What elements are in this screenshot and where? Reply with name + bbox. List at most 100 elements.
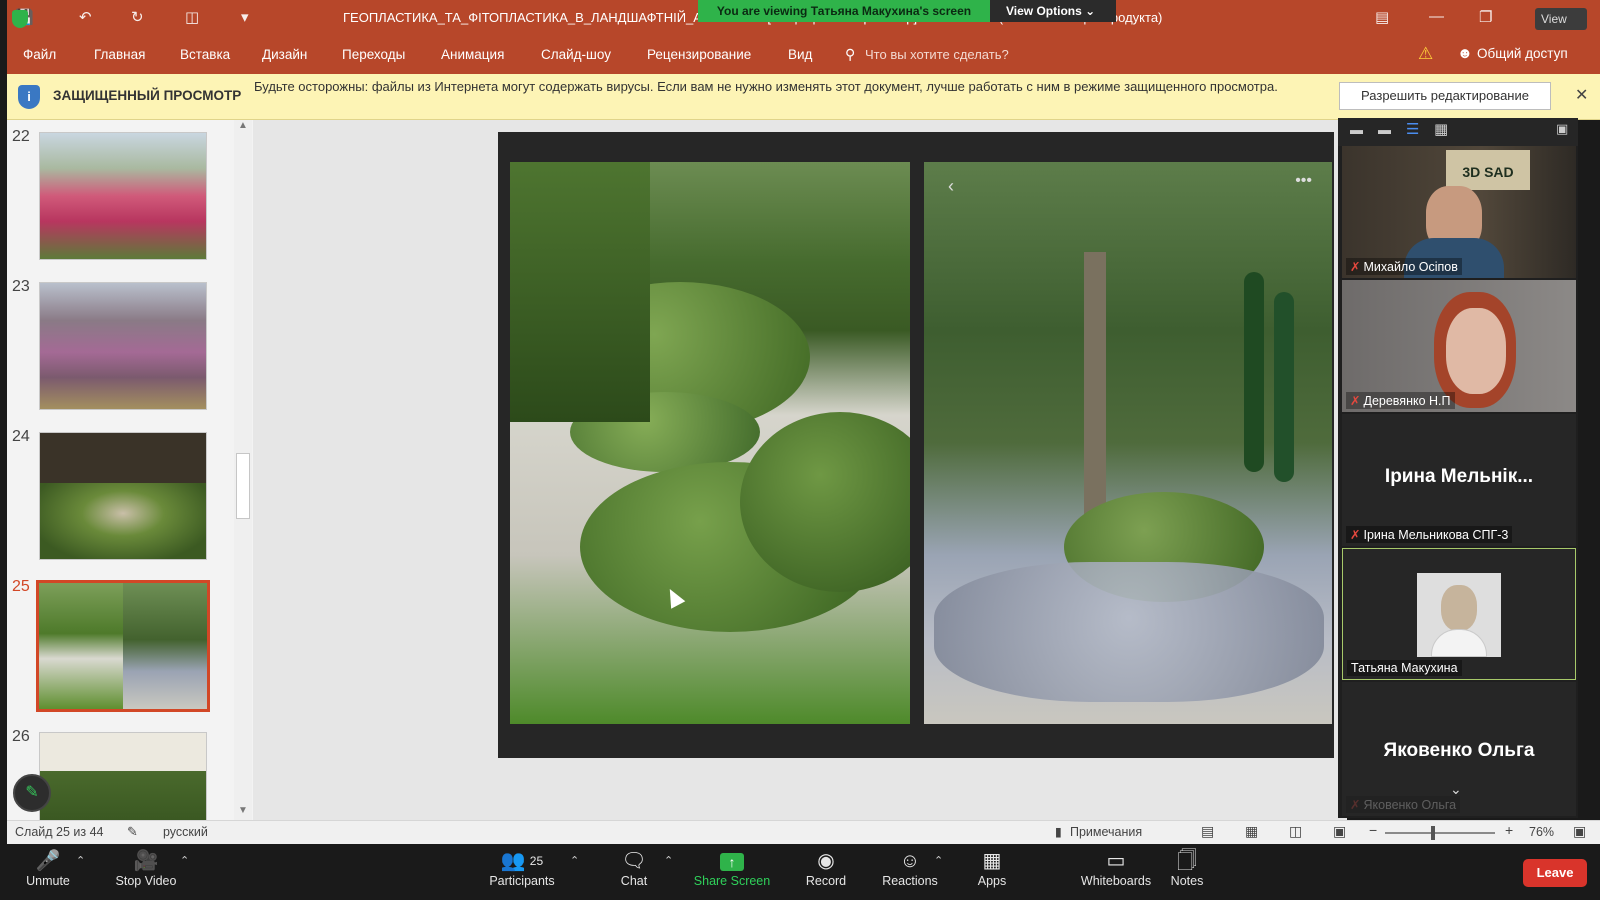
apps-icon: ▦ (982, 850, 1002, 872)
participants-button[interactable]: 👥 25 Participants (482, 848, 562, 888)
tab-insert[interactable]: Вставка (180, 47, 230, 62)
record-button[interactable]: ◉ Record (800, 848, 852, 888)
scroll-down-icon[interactable]: ▼ (238, 805, 248, 816)
share-screen-icon: ↑ (690, 848, 774, 874)
participants-icon: 👥 25 (500, 850, 544, 872)
chevron-down-icon[interactable]: ⌄ (1450, 781, 1462, 798)
warning-icon[interactable]: ⚠ (1418, 44, 1433, 64)
slide-number: 26 (12, 728, 30, 745)
3dsad-logo: 3D SAD (1446, 150, 1530, 190)
spellcheck-icon[interactable]: ✎ (127, 824, 138, 840)
user-icon: ☻ (1457, 45, 1473, 62)
chat-label: Chat (620, 874, 648, 888)
protected-view-title: ЗАЩИЩЕННЫЙ ПРОСМОТР (53, 88, 242, 103)
tab-review[interactable]: Рецензирование (647, 47, 751, 62)
language-indicator[interactable]: русский (163, 825, 208, 839)
tab-slideshow[interactable]: Слайд-шоу (541, 47, 611, 62)
zoom-slider-thumb[interactable] (1431, 826, 1435, 840)
zoom-in-icon[interactable]: + (1505, 822, 1513, 838)
participant-tile[interactable]: 3D SAD ✗ Михайло Осіпов (1342, 146, 1576, 278)
single-speaker-icon[interactable]: ▬ (1378, 122, 1391, 137)
close-icon[interactable]: ✕ (1575, 85, 1588, 105)
chevron-down-icon: ⌄ (1085, 4, 1096, 18)
stop-video-button[interactable]: 🎥 Stop Video (108, 848, 184, 888)
mic-muted-icon: ✗ (1350, 260, 1361, 274)
view-options-label: View Options (1006, 4, 1082, 18)
enable-editing-button[interactable]: Разрешить редактирование (1339, 82, 1551, 110)
zoom-shield-icon (12, 10, 28, 28)
ribbon-display-icon[interactable]: ▤ (1375, 8, 1389, 26)
view-button[interactable]: View (1535, 8, 1587, 30)
whiteboards-label: Whiteboards (1080, 874, 1152, 888)
chevron-left-icon: ‹ (948, 176, 954, 196)
zoom-slider[interactable] (1385, 832, 1495, 834)
unmute-label: Unmute (26, 874, 70, 888)
slide-number: 24 (12, 428, 30, 445)
whiteboards-button[interactable]: ▭ Whiteboards (1074, 848, 1158, 888)
share-screen-label: Share Screen (693, 874, 771, 888)
slide-thumbnail-26[interactable] (39, 732, 207, 820)
pip-icon[interactable]: ▣ (1556, 121, 1568, 137)
participant-tile-active-speaker[interactable]: Татьяна Макухина (1342, 548, 1576, 680)
stack-view-icon[interactable]: ☰ (1406, 120, 1419, 138)
presentation-icon[interactable]: ◫ (185, 8, 199, 26)
zoom-level[interactable]: 76% (1529, 825, 1554, 839)
chat-caret-icon[interactable]: ⌃ (664, 854, 673, 867)
tab-view[interactable]: Вид (788, 47, 812, 62)
garden-path-photo[interactable]: ‹ ••• (924, 162, 1332, 724)
participants-caret-icon[interactable]: ⌃ (570, 854, 579, 867)
unmute-button[interactable]: 🎤 Unmute (24, 848, 72, 888)
viewing-screen-banner: You are viewing Татьяна Макухина's scree… (698, 0, 990, 22)
leave-meeting-button[interactable]: Leave (1523, 859, 1587, 887)
view-options-button[interactable]: View Options ⌄ (990, 0, 1116, 22)
annotate-pencil-icon[interactable]: ✎ (13, 774, 51, 812)
participant-tile[interactable]: ✗ Деревянко Н.П (1342, 280, 1576, 412)
participant-tile[interactable]: Яковенко Ольга ✗ Яковенко Ольга ⌄ (1342, 682, 1576, 816)
reactions-caret-icon[interactable]: ⌃ (934, 854, 943, 867)
notes-button[interactable]: Примечания (1070, 825, 1142, 839)
customize-toolbar-icon[interactable]: ▾ (241, 8, 249, 26)
tell-me-search[interactable]: Что вы хотите сделать? (865, 47, 1009, 62)
participant-name: ✗ Яковенко Ольга (1346, 796, 1461, 813)
share-button[interactable]: Общий доступ (1477, 46, 1568, 61)
participant-count: 25 (529, 854, 544, 868)
scroll-up-icon[interactable]: ▲ (238, 120, 248, 131)
apps-button[interactable]: ▦ Apps (970, 848, 1014, 888)
reading-view-icon[interactable]: ◫ (1289, 823, 1302, 840)
view-label: View (1541, 12, 1567, 26)
restore-icon[interactable]: ❐ (1479, 8, 1492, 26)
tab-design[interactable]: Дизайн (262, 47, 307, 62)
reactions-button[interactable]: ☺ Reactions (878, 848, 942, 888)
topiary-garden-photo[interactable] (510, 162, 910, 724)
slide-thumbnail-23[interactable] (39, 282, 207, 410)
participants-label: Participants (489, 874, 555, 888)
participant-big-name: Ірина Мельнік... (1384, 466, 1534, 487)
redo-icon[interactable]: ↻ (131, 8, 144, 26)
video-options-caret-icon[interactable]: ⌃ (180, 854, 189, 867)
slide-thumbnail-25[interactable] (36, 580, 210, 712)
slide-thumbnail-22[interactable] (39, 132, 207, 260)
share-screen-button[interactable]: ↑ Share Screen (690, 848, 774, 888)
thumbnail-scroll-thumb[interactable] (236, 453, 250, 519)
reactions-label: Reactions (882, 874, 938, 888)
tab-animations[interactable]: Анимация (441, 47, 504, 62)
tab-home[interactable]: Главная (94, 47, 145, 62)
grid-view-icon[interactable]: ▦ (1434, 120, 1448, 138)
slide-sorter-icon[interactable]: ▦ (1245, 823, 1258, 840)
participant-tile[interactable]: Ірина Мельнік... ✗ Ірина Мельникова СПГ-3 (1342, 414, 1576, 546)
minimize-icon[interactable]: — (1429, 8, 1444, 25)
slide-thumbnail-24[interactable] (39, 432, 207, 560)
undo-icon[interactable]: ↶ (79, 8, 92, 26)
chat-button[interactable]: 🗨 Chat (606, 848, 662, 888)
chat-icon: 🗨 (621, 850, 647, 872)
tab-transitions[interactable]: Переходы (342, 47, 405, 62)
minimize-gallery-icon[interactable]: ▬ (1350, 122, 1363, 137)
notes-button[interactable]: 🗍 Notes (1165, 848, 1209, 888)
record-label: Record (805, 874, 847, 888)
tab-file[interactable]: Файл (23, 47, 56, 62)
audio-options-caret-icon[interactable]: ⌃ (76, 854, 85, 867)
zoom-out-icon[interactable]: − (1369, 822, 1377, 838)
fit-to-window-icon[interactable]: ▣ (1573, 823, 1586, 840)
normal-view-icon[interactable]: ▤ (1201, 823, 1214, 840)
slideshow-icon[interactable]: ▣ (1333, 823, 1346, 840)
